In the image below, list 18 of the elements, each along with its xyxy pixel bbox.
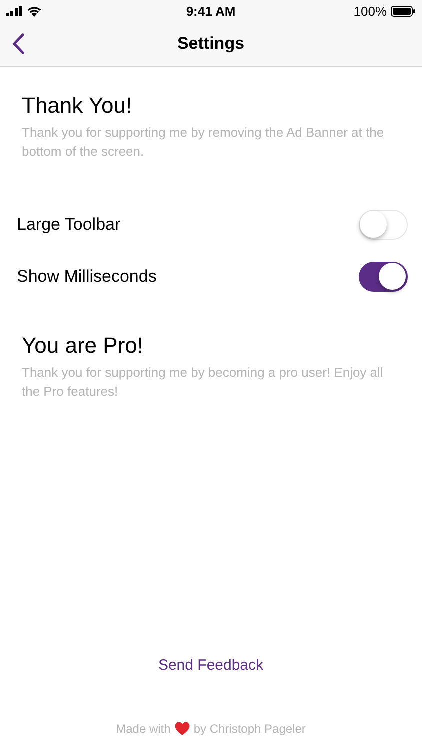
signal-icon xyxy=(6,6,23,16)
section-description: Thank you for supporting me by removing the Ad Banner at the bottom of the screen. xyxy=(22,124,386,161)
battery-icon xyxy=(391,6,416,16)
toggle-switch[interactable] xyxy=(359,262,408,292)
back-icon[interactable] xyxy=(12,33,25,55)
section-title: You are Pro! xyxy=(22,333,144,359)
nav-title: Settings xyxy=(177,34,245,54)
footer-text: by Christoph Pageler xyxy=(194,722,306,736)
section-description: Thank you for supporting me by becoming a pro user! Enjoy all the Pro features! xyxy=(22,364,384,401)
send-feedback-link[interactable]: Send Feedback xyxy=(158,657,264,674)
status-time: 9:41 AM xyxy=(185,4,237,18)
wifi-icon xyxy=(27,6,42,16)
setting-label: Show Milliseconds xyxy=(17,267,157,287)
section-title: Thank You! xyxy=(22,93,134,119)
footer-text: Made with xyxy=(116,722,171,736)
battery-percentage: 100% xyxy=(354,4,387,18)
setting-label: Large Toolbar xyxy=(17,215,121,235)
heart-icon xyxy=(174,722,190,736)
